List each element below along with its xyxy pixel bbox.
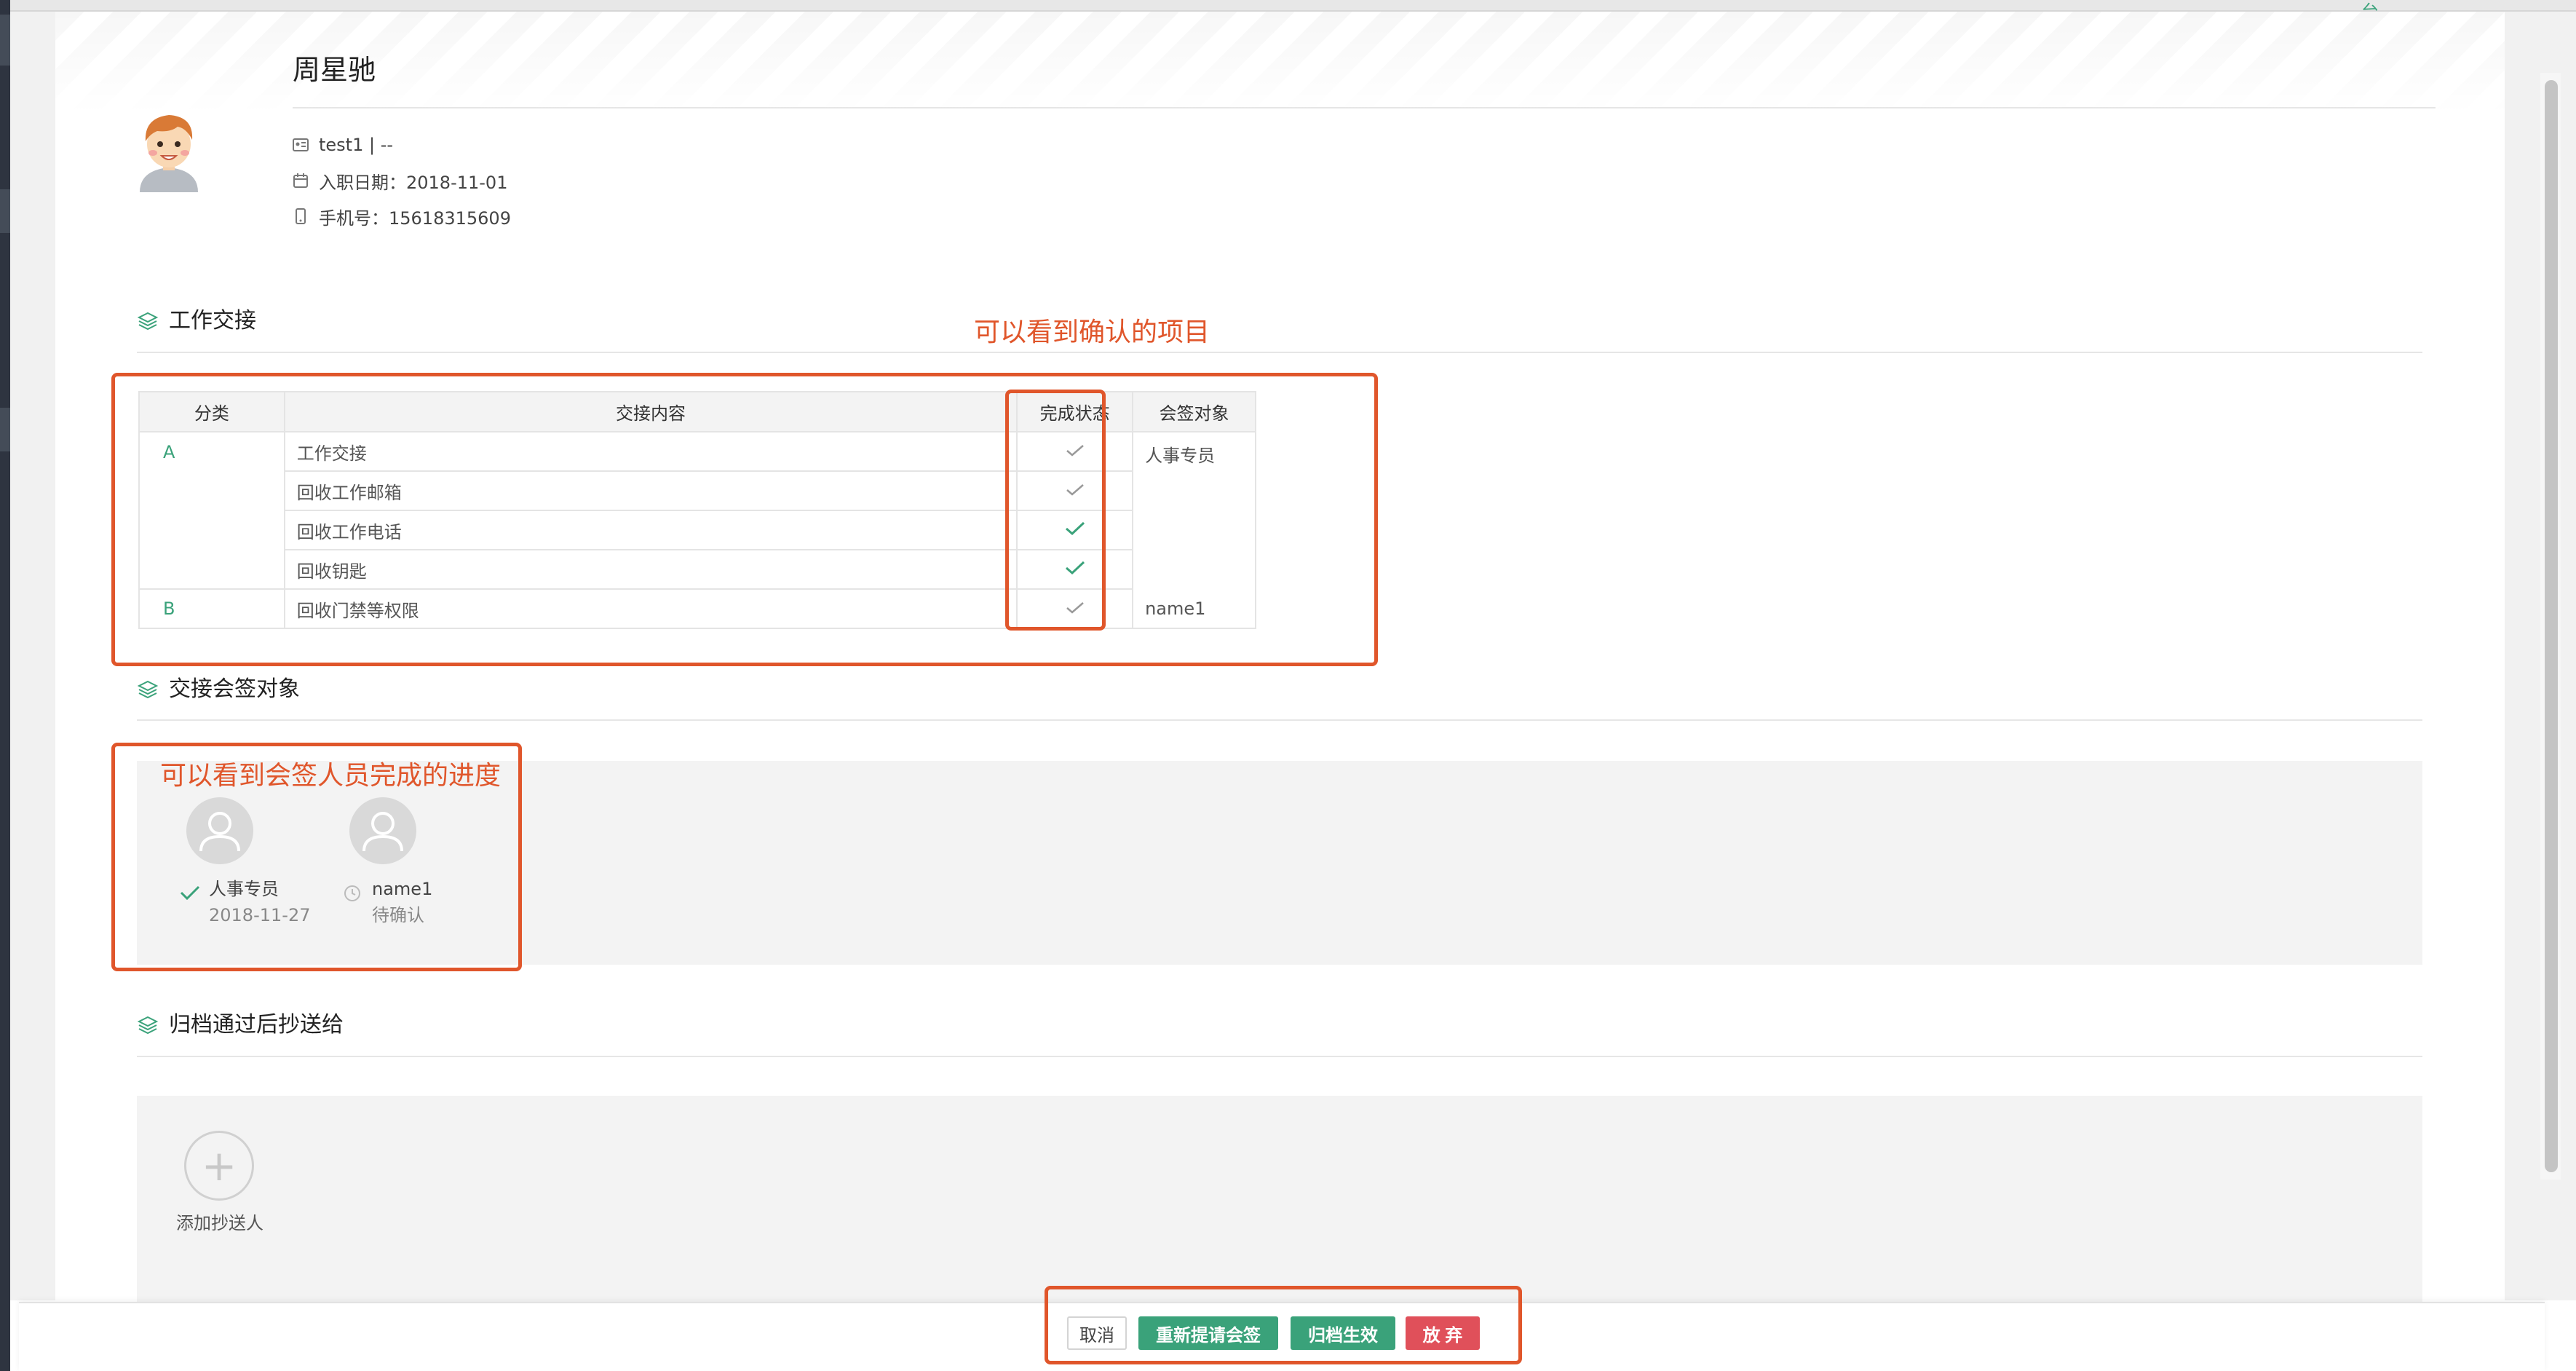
annotation-table-box	[111, 373, 1378, 666]
annotation-signers-note: 可以看到会签人员完成的进度	[160, 761, 502, 791]
phone-icon	[293, 208, 309, 224]
section-cc-divider	[137, 1056, 2422, 1057]
page-background-left	[10, 12, 55, 1300]
info-phone-row: 手机号：15618315609	[293, 204, 511, 229]
section-cc-header: 归档通过后抄送给	[137, 1011, 344, 1040]
add-cc-button[interactable]: +	[184, 1131, 254, 1201]
left-dark-strip	[0, 0, 10, 1371]
section-signers-divider	[137, 719, 2422, 721]
plus-icon: +	[201, 1141, 237, 1190]
info-hire-date-row: 入职日期：2018-11-01	[293, 168, 507, 193]
section-signers-header: 交接会签对象	[137, 675, 300, 704]
account-text: test1 | --	[319, 135, 394, 155]
top-overlay-shadow	[10, 0, 2576, 12]
phone-text: 手机号：15618315609	[319, 208, 511, 229]
hire-date-text: 入职日期：2018-11-01	[319, 172, 508, 193]
annotation-status-column-box	[1005, 390, 1106, 631]
calendar-icon	[293, 173, 309, 189]
annotation-table-note: 可以看到确认的项目	[974, 317, 1210, 347]
layers-icon	[137, 1016, 159, 1035]
section-handover-header: 工作交接	[137, 307, 256, 336]
info-account-row: test1 | --	[293, 133, 393, 157]
layers-icon	[137, 680, 159, 699]
left-strip-segment	[0, 15, 10, 66]
id-card-icon	[293, 137, 309, 153]
header-stripes-fade	[55, 12, 2505, 114]
employee-avatar	[140, 115, 198, 192]
cc-panel	[137, 1096, 2422, 1302]
section-cc-title: 归档通过后抄送给	[169, 1012, 344, 1038]
section-handover-title: 工作交接	[169, 308, 256, 333]
scrollbar-thumb[interactable]	[2545, 80, 2558, 1172]
name-divider	[293, 107, 2436, 108]
annotation-footer-box	[1045, 1286, 1522, 1364]
left-strip-segment	[0, 189, 10, 233]
layers-icon	[137, 312, 159, 331]
add-cc-label[interactable]: 添加抄送人	[175, 1210, 265, 1236]
section-signers-title: 交接会签对象	[169, 676, 300, 702]
left-strip-segment	[0, 408, 10, 451]
employee-name: 周星驰	[293, 54, 376, 86]
section-handover-divider	[137, 352, 2422, 353]
